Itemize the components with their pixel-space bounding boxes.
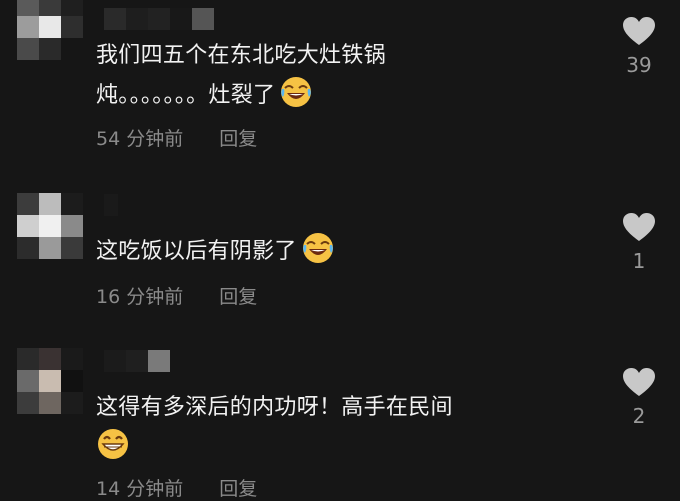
heart-icon	[623, 17, 655, 45]
comment-line-text: 炖。。。。。。。灶裂了	[96, 83, 276, 108]
timestamp: 14 分钟前	[96, 478, 184, 500]
avatar[interactable]	[17, 0, 83, 60]
heart-icon	[623, 213, 655, 241]
comment-text: 这吃饭以后有阴影了	[96, 231, 335, 271]
avatar[interactable]	[17, 193, 83, 259]
comment-text: 这得有多深后的内功呀！高手在民间	[96, 389, 453, 467]
avatar[interactable]	[17, 348, 83, 414]
reply-button[interactable]: 回复	[219, 128, 257, 150]
grin-emoji	[98, 429, 128, 459]
reply-button[interactable]: 回复	[219, 286, 257, 308]
like-button[interactable]: 39	[616, 16, 662, 77]
like-button[interactable]: 2	[616, 367, 662, 428]
username[interactable]	[104, 8, 214, 30]
comment-line-text: 这吃饭以后有阴影了	[96, 239, 297, 264]
comment-line: 炖。。。。。。。灶裂了	[96, 75, 386, 115]
comment-meta: 16 分钟前 回复	[96, 282, 257, 309]
username[interactable]	[104, 194, 118, 216]
username[interactable]	[104, 350, 170, 372]
rofl-emoji	[302, 233, 333, 263]
heart-icon	[623, 368, 655, 396]
reply-button[interactable]: 回复	[219, 478, 257, 500]
comment-line: 我们四五个在东北吃大灶铁锅	[96, 43, 386, 68]
like-count: 39	[626, 53, 652, 77]
comment-line: 这吃饭以后有阴影了	[96, 231, 335, 271]
like-button[interactable]: 1	[616, 212, 662, 273]
timestamp: 16 分钟前	[96, 286, 184, 308]
like-count: 2	[632, 404, 646, 428]
comment-meta: 54 分钟前 回复	[96, 124, 257, 151]
comment-line	[96, 427, 453, 467]
timestamp: 54 分钟前	[96, 128, 184, 150]
comment-meta: 14 分钟前 回复	[96, 474, 257, 501]
like-count: 1	[632, 249, 646, 273]
comment-line: 这得有多深后的内功呀！高手在民间	[96, 395, 453, 420]
comment-text: 我们四五个在东北吃大灶铁锅 炖。。。。。。。灶裂了	[96, 37, 386, 115]
rofl-emoji	[281, 77, 312, 107]
